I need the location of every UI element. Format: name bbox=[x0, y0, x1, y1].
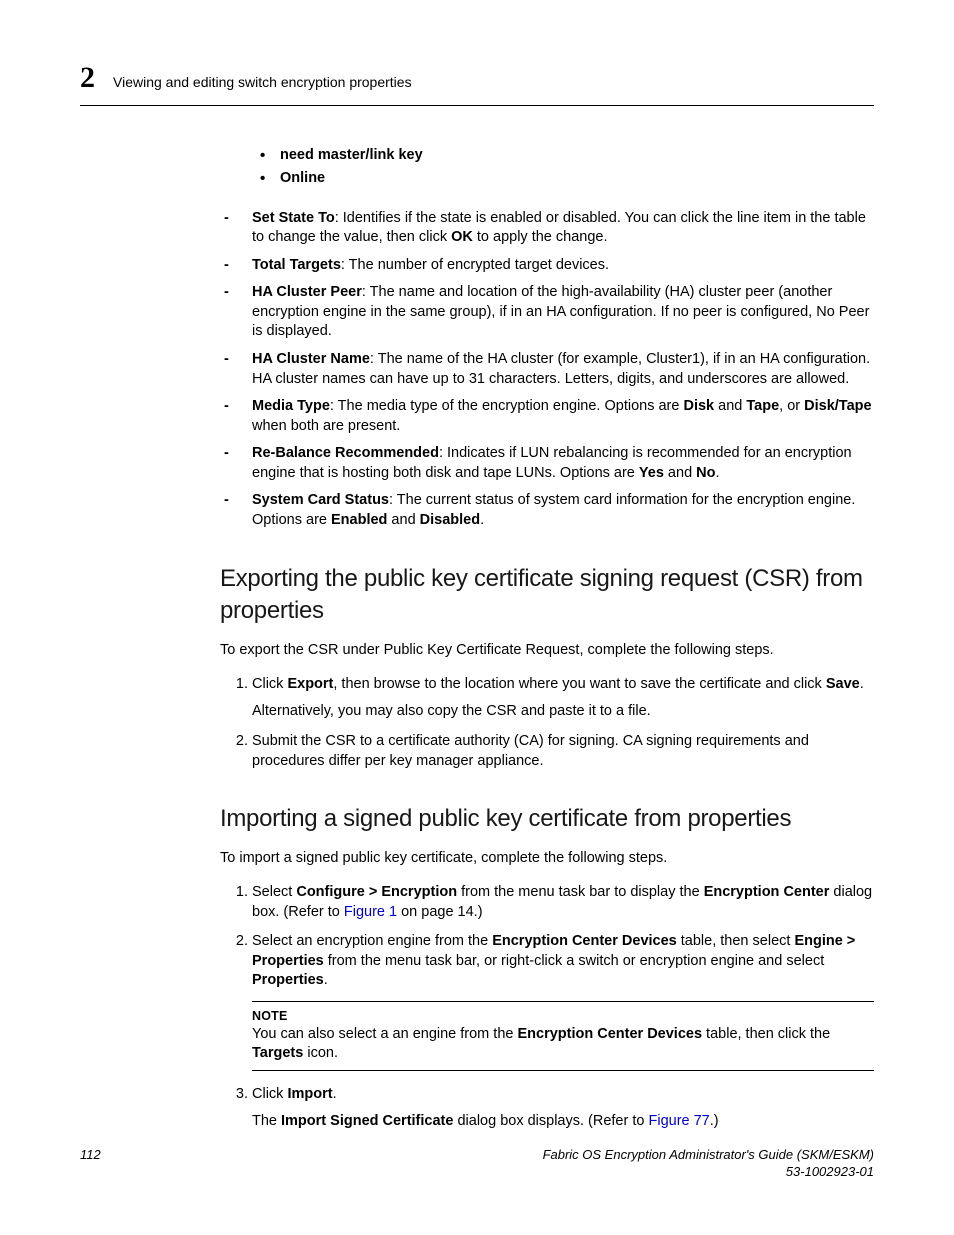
sub-bullet-list: need master/link key Online bbox=[250, 146, 874, 189]
intro-export: To export the CSR under Public Key Certi… bbox=[220, 641, 874, 661]
page-footer: 112 Fabric OS Encryption Administrator's… bbox=[80, 1146, 874, 1181]
footer-docnum: 53-1002923-01 bbox=[786, 1164, 874, 1179]
bullet-need-master: need master/link key bbox=[250, 146, 874, 166]
dash-rebalance: Re-Balance Recommended: Indicates if LUN… bbox=[220, 444, 874, 483]
dash-ha-name: HA Cluster Name: The name of the HA clus… bbox=[220, 350, 874, 389]
dash-total-targets: Total Targets: The number of encrypted t… bbox=[220, 256, 874, 276]
note-label: NOTE bbox=[252, 1008, 874, 1025]
page-header: 2 Viewing and editing switch encryption … bbox=[80, 58, 874, 106]
dash-set-state: Set State To: Identifies if the state is… bbox=[220, 209, 874, 248]
page-number: 112 bbox=[80, 1146, 101, 1181]
body-content: need master/link key Online Set State To… bbox=[220, 146, 874, 1132]
dash-ha-peer: HA Cluster Peer: The name and location o… bbox=[220, 283, 874, 342]
footer-title: Fabric OS Encryption Administrator's Gui… bbox=[543, 1147, 874, 1162]
steps-import: Select Configure > Encryption from the m… bbox=[220, 883, 874, 1132]
step-export-2: Submit the CSR to a certificate authorit… bbox=[252, 732, 874, 771]
step-import-1: Select Configure > Encryption from the m… bbox=[252, 883, 874, 922]
note-block: NOTE You can also select a an engine fro… bbox=[252, 1001, 874, 1071]
dash-list: Set State To: Identifies if the state is… bbox=[220, 209, 874, 531]
ref-figure-77[interactable]: Figure 77 bbox=[648, 1113, 709, 1129]
heading-export-csr: Exporting the public key certificate sig… bbox=[220, 563, 874, 628]
bullet-online: Online bbox=[250, 169, 874, 189]
steps-export: Click Export, then browse to the locatio… bbox=[220, 675, 874, 771]
heading-import: Importing a signed public key certificat… bbox=[220, 803, 874, 835]
step-export-1: Click Export, then browse to the locatio… bbox=[252, 675, 874, 722]
step-import-2: Select an encryption engine from the Enc… bbox=[252, 932, 874, 1071]
chapter-number: 2 bbox=[80, 58, 95, 99]
step-import-3: Click Import. The Import Signed Certific… bbox=[252, 1085, 874, 1132]
dash-syscard: System Card Status: The current status o… bbox=[220, 491, 874, 530]
dash-media-type: Media Type: The media type of the encryp… bbox=[220, 397, 874, 436]
chapter-title: Viewing and editing switch encryption pr… bbox=[113, 73, 412, 92]
ref-figure-1[interactable]: Figure 1 bbox=[344, 904, 397, 920]
intro-import: To import a signed public key certificat… bbox=[220, 849, 874, 869]
